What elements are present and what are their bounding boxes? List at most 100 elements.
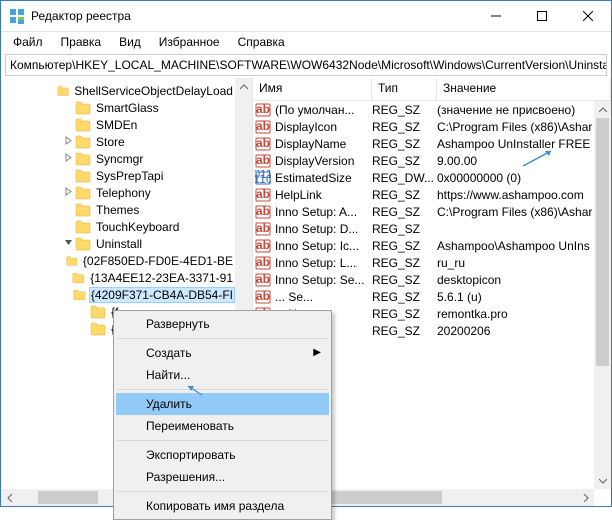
tree-label: Telephony bbox=[94, 186, 153, 200]
scroll-up-icon[interactable] bbox=[235, 78, 252, 95]
tree-label: TouchKeyboard bbox=[94, 220, 181, 234]
expand-icon[interactable] bbox=[61, 152, 75, 166]
list-row[interactable]: abInno Setup: Ic...REG_SZAshampoo\Ashamp… bbox=[253, 237, 594, 254]
value-type: REG_SZ bbox=[372, 256, 437, 270]
list-row[interactable]: abInno Setup: A...REG_SZC:\Program Files… bbox=[253, 203, 594, 220]
menubar: Файл Правка Вид Избранное Справка bbox=[1, 32, 611, 52]
menu-separator bbox=[117, 389, 328, 390]
tree-label: ShellServiceObjectDelayLoad bbox=[72, 84, 235, 98]
list-row[interactable]: abDisplayNameREG_SZAshampoo UnInstaller … bbox=[253, 135, 594, 152]
col-name[interactable]: Имя bbox=[253, 78, 372, 100]
list-row[interactable]: abHelpLinkREG_SZhttps://www.ashampoo.com bbox=[253, 186, 594, 203]
value-data: Ashampoo\Ashampoo UnIns bbox=[437, 239, 594, 253]
col-type[interactable]: Тип bbox=[372, 78, 437, 100]
menu-help[interactable]: Справка bbox=[230, 33, 293, 51]
value-type: REG_SZ bbox=[372, 273, 437, 287]
menu-edit[interactable]: Правка bbox=[53, 33, 110, 51]
value-data: remontka.pro bbox=[437, 307, 594, 321]
menu-file[interactable]: Файл bbox=[5, 33, 51, 51]
value-name: EstimatedSize bbox=[275, 171, 352, 185]
menu-item[interactable]: Копировать имя раздела bbox=[116, 495, 329, 517]
tree-row[interactable]: {13A4EE12-23EA-3371-91 bbox=[1, 269, 235, 286]
collapse-icon[interactable] bbox=[61, 237, 75, 251]
value-data: (значение не присвоено) bbox=[437, 103, 594, 117]
value-type: REG_SZ bbox=[372, 154, 437, 168]
list-header: Имя Тип Значение bbox=[253, 78, 611, 101]
menu-view[interactable]: Вид bbox=[111, 33, 149, 51]
list-row[interactable]: abInno Setup: Se...REG_SZdesktopicon bbox=[253, 271, 594, 288]
menu-item[interactable]: Переименовать bbox=[116, 415, 329, 437]
tree-label: {4209F371-CB4A-DB54-FI bbox=[89, 287, 235, 303]
list-row[interactable]: ab (По умолчан... REG_SZ(значение не присв… bbox=[253, 101, 594, 118]
tree-label: SMDEn bbox=[94, 118, 139, 132]
tree-row[interactable]: Store bbox=[1, 133, 235, 150]
list-row[interactable]: ab... Se...REG_SZ5.6.1 (u) bbox=[253, 288, 594, 305]
tree-row[interactable]: {4209F371-CB4A-DB54-FI bbox=[1, 286, 235, 303]
tree-row[interactable]: SmartGlass bbox=[1, 99, 235, 116]
tree-row[interactable]: Uninstall bbox=[1, 235, 235, 252]
value-data: 9.00.00 bbox=[437, 154, 594, 168]
value-type: REG_SZ bbox=[372, 222, 437, 236]
close-button[interactable] bbox=[565, 1, 611, 31]
menu-separator bbox=[117, 491, 328, 492]
svg-text:ab: ab bbox=[256, 119, 270, 133]
col-value[interactable]: Значение bbox=[437, 78, 611, 100]
tree-row[interactable]: ShellServiceObjectDelayLoad bbox=[1, 82, 235, 99]
menu-item[interactable]: Создать▶ bbox=[116, 342, 329, 364]
path-input[interactable]: Компьютер\HKEY_LOCAL_MACHINE\SOFTWARE\WO… bbox=[5, 54, 607, 76]
menu-item[interactable]: Экспортировать bbox=[116, 444, 329, 466]
value-type: REG_SZ bbox=[372, 137, 437, 151]
list-row[interactable]: abInno Setup: L...REG_SZru_ru bbox=[253, 254, 594, 271]
tree-label: SmartGlass bbox=[94, 101, 161, 115]
value-type: REG_SZ bbox=[372, 103, 437, 117]
value-data: desktopicon bbox=[437, 273, 594, 287]
list-row[interactable]: abDisplayVersionREG_SZ9.00.00 bbox=[253, 152, 594, 169]
value-name: Inno Setup: L... bbox=[275, 256, 356, 270]
submenu-arrow-icon: ▶ bbox=[313, 347, 321, 358]
tree-row[interactable]: SMDEn bbox=[1, 116, 235, 133]
tree-row[interactable]: {02F850ED-FD0E-4ED1-BE bbox=[1, 252, 235, 269]
scroll-up-icon[interactable] bbox=[594, 101, 611, 118]
titlebar: Редактор реестра bbox=[1, 1, 611, 32]
scroll-left-icon[interactable] bbox=[1, 494, 18, 502]
list-row[interactable]: abInno Setup: D...REG_SZ bbox=[253, 220, 594, 237]
value-name: (По умолчан... bbox=[275, 103, 354, 117]
minimize-button[interactable] bbox=[473, 1, 519, 31]
context-menu[interactable]: Развернуть Создать▶Найти... УдалитьПереиме… bbox=[113, 310, 332, 520]
svg-text:ab: ab bbox=[256, 204, 270, 218]
list-row[interactable]: abDisplayIconREG_SZC:\Program Files (x86… bbox=[253, 118, 594, 135]
value-data: ru_ru bbox=[437, 256, 594, 270]
list-row[interactable]: 011110EstimatedSizeREG_DW...0x00000000 (… bbox=[253, 169, 594, 186]
expand-icon[interactable] bbox=[61, 186, 75, 200]
scroll-thumb[interactable] bbox=[596, 118, 609, 366]
path-text: Компьютер\HKEY_LOCAL_MACHINE\SOFTWARE\WO… bbox=[10, 58, 607, 72]
value-name: ... Se... bbox=[275, 290, 313, 304]
tree-row[interactable]: Telephony bbox=[1, 184, 235, 201]
value-type: REG_SZ bbox=[372, 205, 437, 219]
value-type: REG_DW... bbox=[372, 171, 437, 185]
menu-item[interactable]: Развернуть bbox=[116, 313, 329, 335]
expand-icon[interactable] bbox=[61, 135, 75, 149]
value-data: 5.6.1 (u) bbox=[437, 290, 594, 304]
tree-label: Syncmgr bbox=[94, 152, 145, 166]
menu-favorites[interactable]: Избранное bbox=[151, 33, 228, 51]
svg-text:ab: ab bbox=[256, 238, 270, 252]
scroll-thumb[interactable] bbox=[38, 491, 98, 504]
value-type: REG_SZ bbox=[372, 290, 437, 304]
tree-row[interactable]: SysPrepTapi bbox=[1, 167, 235, 184]
menu-item[interactable]: Разрешения... bbox=[116, 466, 329, 488]
tree-label: {02F850ED-FD0E-4ED1-BE bbox=[81, 254, 235, 268]
svg-text:ab: ab bbox=[256, 102, 270, 116]
scroll-down-icon[interactable] bbox=[594, 472, 611, 489]
value-data: 20200206 bbox=[437, 324, 594, 338]
svg-text:110: 110 bbox=[255, 172, 271, 186]
menu-item[interactable]: Удалить bbox=[116, 393, 329, 415]
scroll-right-icon[interactable] bbox=[577, 494, 594, 502]
tree-row[interactable]: Themes bbox=[1, 201, 235, 218]
maximize-button[interactable] bbox=[519, 1, 565, 31]
menu-item[interactable]: Найти... bbox=[116, 364, 329, 386]
tree-row[interactable]: Syncmgr bbox=[1, 150, 235, 167]
svg-text:ab: ab bbox=[256, 136, 270, 150]
tree-row[interactable]: TouchKeyboard bbox=[1, 218, 235, 235]
list-vscrollbar[interactable] bbox=[594, 101, 611, 489]
